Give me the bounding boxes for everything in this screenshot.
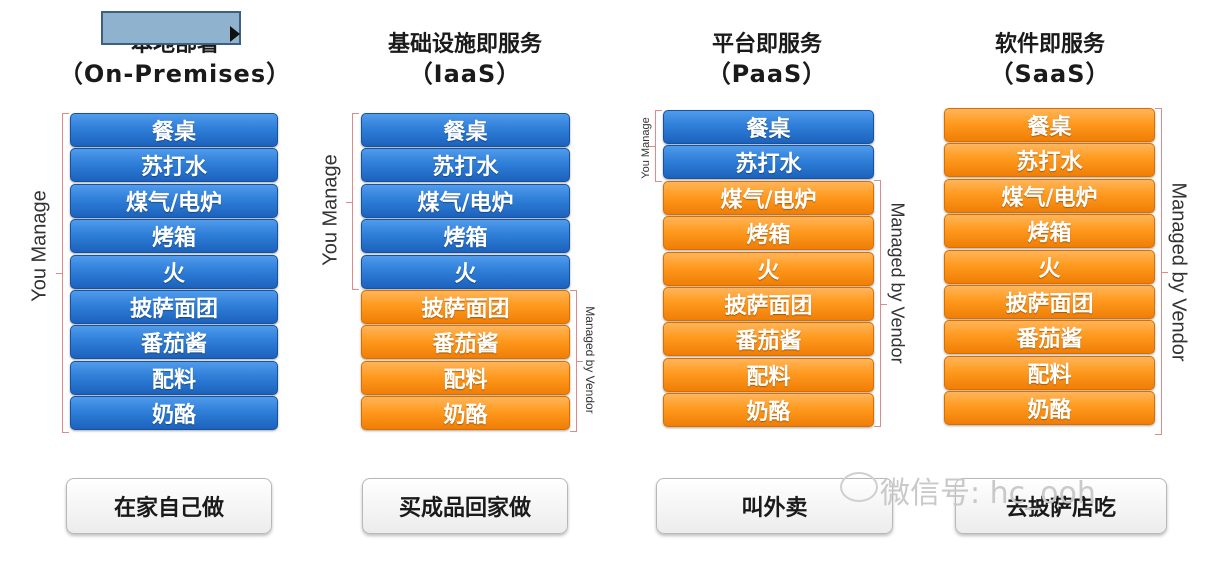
layer-block: 番茄酱 [361, 325, 570, 360]
layer-block: 火 [663, 251, 874, 286]
layer-block: 餐桌 [663, 110, 874, 144]
brace-managed-by-vendor [1155, 108, 1168, 435]
label-managed-by-vendor: Managed by Vendor [1167, 182, 1190, 362]
layer-block: 餐桌 [70, 113, 278, 147]
layer-block: 苏打水 [70, 148, 278, 183]
layer-block: 煤气/电炉 [663, 180, 874, 215]
layer-block: 披萨面团 [70, 290, 278, 324]
layer-block: 披萨面团 [944, 285, 1155, 319]
layer-block: 烤箱 [361, 219, 570, 254]
column-subtitle: （On-Premises） [58, 60, 292, 88]
wechat-icon [840, 472, 878, 502]
layer-block: 奶酪 [70, 396, 278, 431]
stack-iaas: 餐桌 苏打水 煤气/电炉 烤箱火披萨面团 番茄酱 配料 奶酪 [361, 113, 570, 432]
label-managed-by-vendor: Managed by Vendor [583, 306, 597, 414]
layer-block: 煤气/电炉 [944, 178, 1155, 213]
layer-block: 配料 [361, 360, 570, 395]
layer-block: 奶酪 [944, 391, 1155, 426]
layer-block: 番茄酱 [944, 320, 1155, 355]
label-managed-by-vendor: Managed by Vendor [887, 202, 908, 364]
column-subtitle: （PaaS） [706, 60, 828, 88]
layer-block: 苏打水 [361, 148, 570, 183]
layer-block: 烤箱 [70, 219, 278, 254]
layer-block: 配料 [944, 355, 1155, 390]
layer-block: 番茄酱 [70, 325, 278, 360]
layer-block: 火 [70, 254, 278, 289]
column-subtitle: （SaaS） [989, 60, 1111, 88]
layer-block: 番茄酱 [663, 322, 874, 357]
bottom-label-on-premises: 在家自己做 [66, 478, 272, 534]
mouse-cursor-icon [230, 26, 240, 42]
layer-block: 烤箱 [944, 214, 1155, 249]
label-you-manage: You Manage [28, 190, 51, 302]
layer-block: 餐桌 [361, 113, 570, 147]
layer-block: 火 [361, 254, 570, 289]
layer-block: 苏打水 [944, 143, 1155, 178]
layer-block: 配料 [70, 360, 278, 395]
layer-block: 奶酪 [361, 396, 570, 431]
selection-box[interactable] [101, 11, 241, 45]
layer-block: 烤箱 [663, 216, 874, 251]
layer-block: 奶酪 [663, 393, 874, 428]
brace-you-manage [649, 110, 662, 182]
bottom-label-iaas: 买成品回家做 [362, 478, 568, 534]
label-you-manage: You Manage [640, 117, 652, 179]
layer-block: 配料 [663, 357, 874, 392]
stack-paas: 餐桌 苏打水 煤气/电炉 烤箱火披萨面团 番茄酱 配料 奶酪 [663, 110, 874, 429]
brace-managed-by-vendor [874, 180, 887, 427]
stack-saas: 餐桌 苏打水 煤气/电炉 烤箱火披萨面团 番茄酱 配料 奶酪 [944, 108, 1155, 427]
column-subtitle: （IaaS） [408, 60, 522, 88]
brace-you-manage [346, 113, 359, 290]
layer-block: 煤气/电炉 [361, 183, 570, 218]
stack-on-premises: 餐桌 苏打水 煤气/电炉 烤箱火披萨面团 番茄酱 配料 奶酪 [70, 113, 278, 432]
layer-block: 煤气/电炉 [70, 183, 278, 218]
brace-you-manage [56, 113, 69, 433]
watermark: 微信号: hc_ooh [880, 476, 1096, 511]
layer-block: 苏打水 [663, 145, 874, 180]
layer-block: 披萨面团 [663, 287, 874, 321]
layer-block: 披萨面团 [361, 290, 570, 324]
label-you-manage: You Manage [319, 154, 342, 266]
layer-block: 餐桌 [944, 108, 1155, 142]
brace-managed-by-vendor [570, 290, 583, 432]
layer-block: 火 [944, 249, 1155, 284]
